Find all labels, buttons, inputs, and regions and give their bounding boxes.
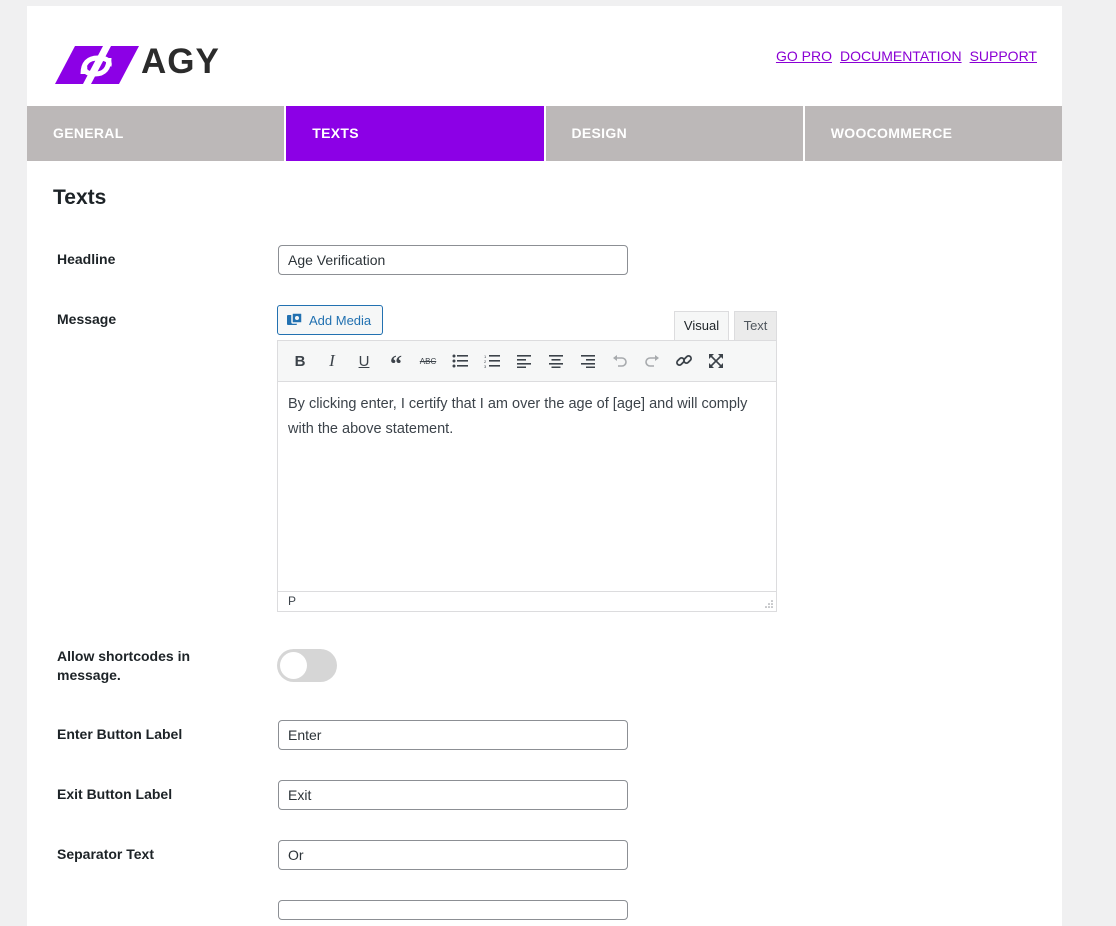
fullscreen-icon[interactable] <box>700 347 732 375</box>
header-links: GO PRO DOCUMENTATION SUPPORT <box>776 48 1037 64</box>
tab-texts[interactable]: TEXTS <box>286 106 546 161</box>
exit-button-input[interactable]: Exit <box>278 780 628 810</box>
documentation-link[interactable]: DOCUMENTATION <box>840 48 962 64</box>
tab-woocommerce[interactable]: WOOCOMMERCE <box>804 106 1062 161</box>
enter-button-label: Enter Button Label <box>57 726 183 742</box>
add-media-label: Add Media <box>309 312 372 328</box>
resize-grip-icon[interactable] <box>764 599 774 609</box>
headline-label: Headline <box>57 251 116 267</box>
align-left-icon[interactable] <box>508 347 540 375</box>
align-center-icon[interactable] <box>540 347 572 375</box>
message-editor: B I U “ ABC 123 By clicking enter, I cer… <box>277 340 777 612</box>
svg-text:3: 3 <box>484 364 487 368</box>
enter-button-input[interactable]: Enter <box>278 720 628 750</box>
next-field-input[interactable] <box>278 900 628 920</box>
tab-text[interactable]: Text <box>734 311 777 340</box>
tab-general[interactable]: GENERAL <box>27 106 287 161</box>
section-title: Texts <box>53 186 107 209</box>
add-media-icon <box>287 312 303 325</box>
separator-text-label: Separator Text <box>57 846 154 862</box>
editor-toolbar: B I U “ ABC 123 <box>278 341 776 382</box>
undo-icon[interactable] <box>604 347 636 375</box>
allow-shortcodes-label: Allow shortcodes in message. <box>57 648 191 683</box>
logo: AGY <box>53 36 219 86</box>
header: AGY GO PRO DOCUMENTATION SUPPORT <box>27 6 1062 106</box>
align-right-icon[interactable] <box>572 347 604 375</box>
logo-mark-icon <box>55 46 139 84</box>
separator-text-input[interactable]: Or <box>278 840 628 870</box>
support-link[interactable]: SUPPORT <box>970 48 1037 64</box>
tab-visual[interactable]: Visual <box>674 311 729 341</box>
toggle-knob <box>280 652 307 679</box>
logo-text: AGY <box>141 42 220 81</box>
underline-icon[interactable]: U <box>348 347 380 375</box>
exit-button-label: Exit Button Label <box>57 786 173 802</box>
headline-input[interactable]: Age Verification <box>278 245 628 275</box>
blockquote-icon[interactable]: “ <box>380 343 412 379</box>
go-pro-link[interactable]: GO PRO <box>776 48 832 64</box>
settings-panel: AGY GO PRO DOCUMENTATION SUPPORT GENERAL… <box>27 6 1062 926</box>
add-media-button[interactable]: Add Media <box>277 305 383 335</box>
allow-shortcodes-toggle[interactable] <box>277 649 337 682</box>
strikethrough-icon[interactable]: ABC <box>412 347 444 375</box>
redo-icon[interactable] <box>636 347 668 375</box>
numbered-list-icon[interactable]: 123 <box>476 347 508 375</box>
bold-icon[interactable]: B <box>284 347 316 375</box>
italic-icon[interactable]: I <box>316 347 348 375</box>
tab-design[interactable]: DESIGN <box>545 106 805 161</box>
bullet-list-icon[interactable] <box>444 347 476 375</box>
message-label: Message <box>57 311 117 327</box>
editor-status-path: P <box>278 591 776 611</box>
message-content[interactable]: By clicking enter, I certify that I am o… <box>278 382 776 582</box>
link-icon[interactable] <box>668 347 700 375</box>
settings-tabs: GENERAL TEXTS DESIGN WOOCOMMERCE <box>27 106 1062 161</box>
